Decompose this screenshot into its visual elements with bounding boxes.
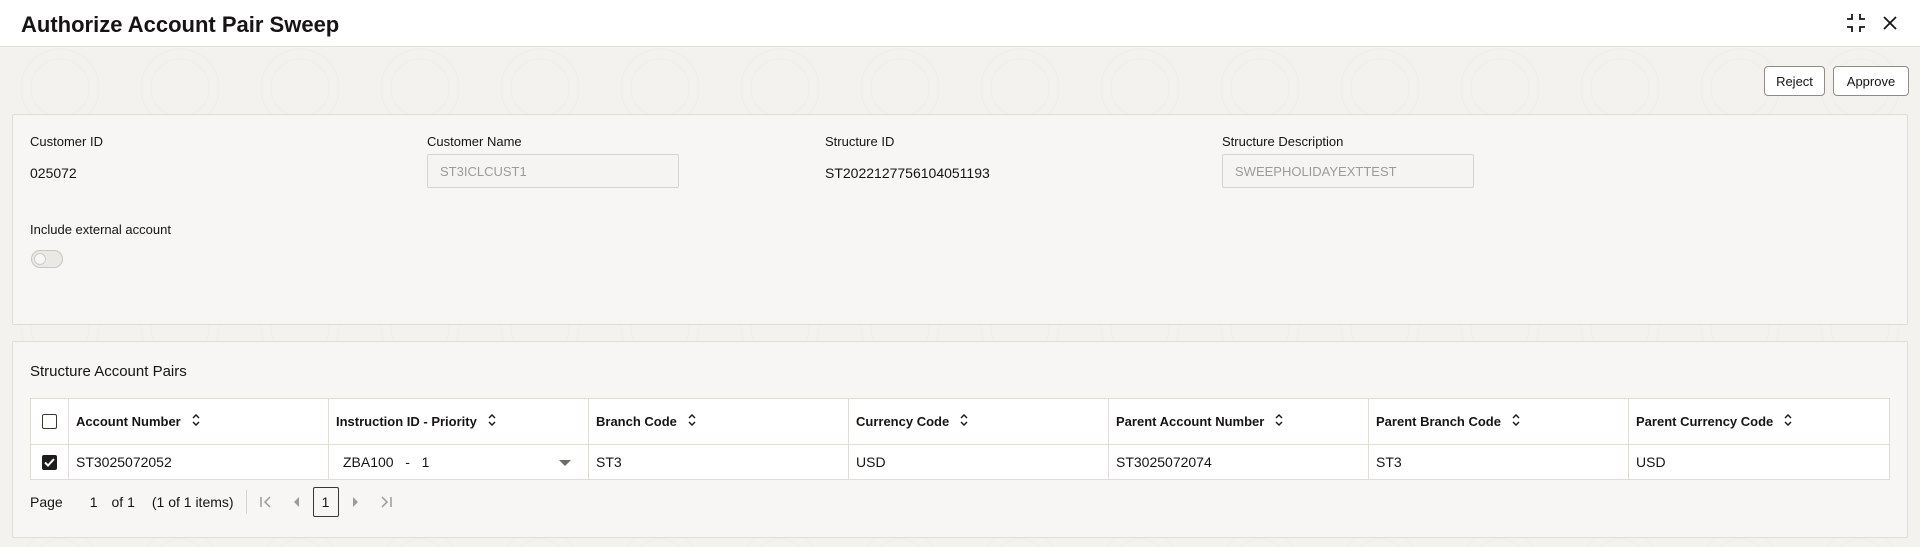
- cell-instruction-priority[interactable]: ZBA100 - 1: [329, 445, 589, 479]
- section-title: Structure Account Pairs: [30, 363, 187, 380]
- header-instruction-priority[interactable]: Instruction ID - Priority: [329, 399, 589, 444]
- header-label: Instruction ID - Priority: [336, 414, 477, 429]
- header-account-number[interactable]: Account Number: [69, 399, 329, 444]
- cell-currency-code: USD: [849, 445, 1109, 479]
- pager-divider: [245, 490, 247, 514]
- table-row[interactable]: ST3025072052 ZBA100 - 1 ST3 USD ST302507…: [31, 445, 1889, 479]
- table-header-row: Account Number Instruction ID - Priority…: [31, 399, 1889, 445]
- sort-icon[interactable]: [1783, 413, 1793, 430]
- first-page-icon[interactable]: [259, 495, 273, 509]
- header-label: Currency Code: [856, 414, 950, 429]
- header-parent-currency-code[interactable]: Parent Currency Code: [1629, 399, 1889, 444]
- select-all-checkbox[interactable]: [42, 414, 57, 429]
- sort-icon[interactable]: [1274, 413, 1284, 430]
- next-page-icon[interactable]: [351, 495, 361, 509]
- toggle-knob: [34, 253, 46, 265]
- row-select-cell: [31, 445, 69, 479]
- account-pairs-table: Account Number Instruction ID - Priority…: [30, 398, 1890, 480]
- structure-description-label: Structure Description: [1222, 134, 1344, 149]
- page-of-label: of 1: [111, 494, 135, 510]
- page-number-input[interactable]: 1: [90, 494, 98, 510]
- cell-parent-account-number: ST3025072074: [1109, 445, 1369, 479]
- structure-id-label: Structure ID: [825, 134, 895, 149]
- structure-description-field[interactable]: SWEEPHOLIDAYEXTTEST: [1222, 154, 1474, 188]
- title-bar: Authorize Account Pair Sweep: [0, 0, 1920, 47]
- cell-parent-currency-code: USD: [1636, 454, 1666, 470]
- reject-button[interactable]: Reject: [1764, 66, 1825, 96]
- header-label: Branch Code: [596, 414, 677, 429]
- account-pairs-panel: Structure Account Pairs Account Number I…: [12, 341, 1908, 538]
- include-external-label: Include external account: [30, 222, 171, 237]
- pagination: Page 1 of 1 (1 of 1 items) 1: [30, 486, 393, 518]
- row-checkbox[interactable]: [42, 454, 57, 470]
- structure-id-value: ST2022127756104051193: [825, 165, 990, 181]
- sort-icon[interactable]: [959, 413, 969, 430]
- close-icon[interactable]: [1879, 12, 1901, 34]
- instruction-id: ZBA100: [343, 454, 394, 470]
- sort-icon[interactable]: [191, 413, 201, 430]
- cell-branch-code: ST3: [589, 445, 849, 479]
- header-label: Parent Account Number: [1116, 414, 1265, 429]
- items-count-label: (1 of 1 items): [151, 494, 234, 510]
- header-currency-code[interactable]: Currency Code: [849, 399, 1109, 444]
- header-label: Account Number: [76, 414, 181, 429]
- header-branch-code[interactable]: Branch Code: [589, 399, 849, 444]
- chevron-down-icon[interactable]: [559, 454, 571, 470]
- cell-parent-branch-code: ST3: [1369, 445, 1629, 479]
- header-parent-branch-code[interactable]: Parent Branch Code: [1369, 399, 1629, 444]
- instruction-priority-select[interactable]: ZBA100 - 1: [343, 454, 429, 470]
- include-external-toggle[interactable]: [31, 250, 63, 268]
- sort-icon[interactable]: [1511, 413, 1521, 430]
- separator: -: [397, 454, 418, 470]
- customer-name-field[interactable]: ST3ICLCUST1: [427, 154, 679, 188]
- page-title: Authorize Account Pair Sweep: [21, 12, 340, 37]
- details-panel: Customer ID 025072 Customer Name ST3ICLC…: [12, 114, 1908, 325]
- current-page-button[interactable]: 1: [312, 487, 339, 517]
- select-all-cell: [31, 399, 69, 444]
- sort-icon[interactable]: [687, 413, 697, 430]
- last-page-icon[interactable]: [379, 495, 393, 509]
- approve-button[interactable]: Approve: [1833, 66, 1909, 96]
- collapse-icon[interactable]: [1845, 12, 1867, 34]
- customer-id-value: 025072: [30, 165, 77, 181]
- header-label: Parent Branch Code: [1376, 414, 1501, 429]
- priority: 1: [421, 454, 430, 470]
- page-label: Page: [30, 494, 63, 510]
- sort-icon[interactable]: [487, 413, 497, 430]
- customer-name-label: Customer Name: [427, 134, 522, 149]
- customer-id-label: Customer ID: [30, 134, 103, 149]
- header-label: Parent Currency Code: [1636, 414, 1774, 429]
- header-parent-account-number[interactable]: Parent Account Number: [1109, 399, 1369, 444]
- previous-page-icon[interactable]: [291, 495, 301, 509]
- cell-account-number: ST3025072052: [69, 445, 329, 479]
